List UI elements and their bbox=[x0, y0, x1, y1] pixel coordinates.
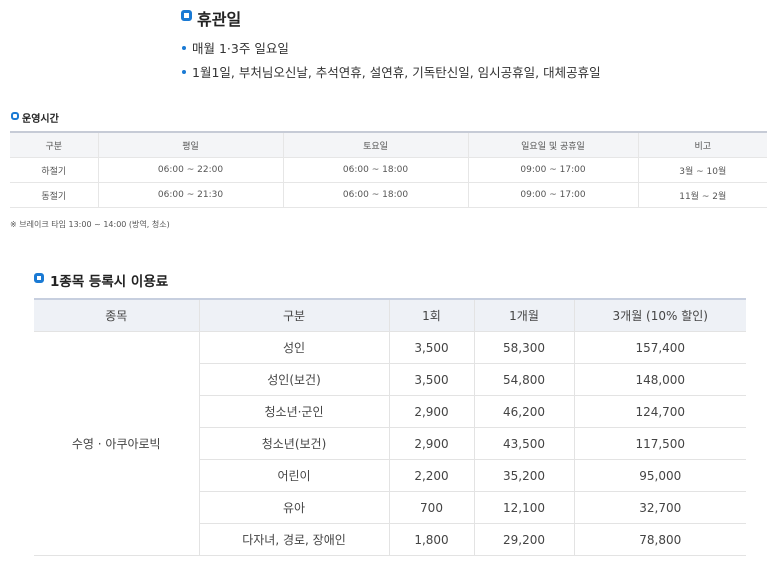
table-cell: 유아 bbox=[199, 491, 390, 524]
table-cell: 124,700 bbox=[574, 395, 746, 428]
table-cell: 3월 ~ 10월 bbox=[638, 157, 767, 183]
square-bullet-icon bbox=[181, 10, 192, 21]
column-header: 3개월 (10% 할인) bbox=[574, 299, 746, 332]
sport-cell: 수영 · 아쿠아로빅 bbox=[34, 331, 200, 556]
table-cell: 3,500 bbox=[389, 363, 475, 396]
closed-days-list: 매월 1·3주 일요일 1월1일, 부처님오신날, 추석연휴, 설연휴, 기독탄… bbox=[182, 37, 601, 85]
table-cell: 하절기 bbox=[10, 157, 99, 183]
column-header: 평일 bbox=[98, 132, 284, 158]
list-item: 1월1일, 부처님오신날, 추석연휴, 설연휴, 기독탄신일, 임시공휴일, 대… bbox=[182, 61, 601, 85]
column-header: 종목 bbox=[34, 299, 200, 332]
table-cell: 06:00 ~ 18:00 bbox=[283, 157, 469, 183]
dot-bullet-icon bbox=[182, 69, 186, 74]
column-header: 1개월 bbox=[474, 299, 575, 332]
closed-days-title-text: 휴관일 bbox=[197, 10, 242, 29]
hours-table: 구분 평일 토요일 일요일 및 공휴일 비고 하절기 06:00 ~ 22:00… bbox=[10, 131, 767, 208]
list-item: 매월 1·3주 일요일 bbox=[182, 37, 601, 61]
table-cell: 06:00 ~ 21:30 bbox=[98, 182, 284, 208]
table-cell: 148,000 bbox=[574, 363, 746, 396]
column-header: 구분 bbox=[10, 132, 99, 158]
table-cell: 동절기 bbox=[10, 182, 99, 208]
table-row: 수영 · 아쿠아로빅 성인 3,500 58,300 157,400 bbox=[34, 331, 746, 556]
table-cell: 35,200 bbox=[474, 459, 575, 492]
table-cell: 다자녀, 경로, 장애인 bbox=[199, 523, 390, 556]
table-cell: 어린이 bbox=[199, 459, 390, 492]
table-cell: 2,900 bbox=[389, 427, 475, 460]
table-cell: 78,800 bbox=[574, 523, 746, 556]
table-header-row: 구분 평일 토요일 일요일 및 공휴일 비고 bbox=[10, 132, 767, 158]
fee-title-text: 1종목 등록시 이용료 bbox=[50, 274, 169, 290]
table-cell: 09:00 ~ 17:00 bbox=[468, 182, 639, 208]
closed-days-title: 휴관일 bbox=[181, 6, 242, 30]
column-header: 1회 bbox=[389, 299, 475, 332]
table-cell: 32,700 bbox=[574, 491, 746, 524]
table-row: 동절기 06:00 ~ 21:30 06:00 ~ 18:00 09:00 ~ … bbox=[10, 182, 767, 208]
table-cell: 29,200 bbox=[474, 523, 575, 556]
table-cell: 성인 bbox=[199, 331, 390, 364]
break-time-note: ※ 브레이크 타임 13:00 ~ 14:00 (방역, 청소) bbox=[10, 220, 170, 229]
table-cell: 46,200 bbox=[474, 395, 575, 428]
dot-bullet-icon bbox=[182, 45, 186, 50]
fee-title: 1종목 등록시 이용료 bbox=[34, 270, 169, 290]
table-cell: 95,000 bbox=[574, 459, 746, 492]
column-header: 구분 bbox=[199, 299, 390, 332]
column-header: 일요일 및 공휴일 bbox=[468, 132, 639, 158]
table-cell: 117,500 bbox=[574, 427, 746, 460]
square-bullet-icon bbox=[11, 112, 19, 120]
table-cell: 11월 ~ 2월 bbox=[638, 182, 767, 208]
table-cell: 09:00 ~ 17:00 bbox=[468, 157, 639, 183]
table-cell: 58,300 bbox=[474, 331, 575, 364]
fee-table: 종목 구분 1회 1개월 3개월 (10% 할인) 수영 · 아쿠아로빅 성인 … bbox=[34, 298, 746, 556]
table-cell: 06:00 ~ 18:00 bbox=[283, 182, 469, 208]
table-header-row: 종목 구분 1회 1개월 3개월 (10% 할인) bbox=[34, 299, 746, 332]
table-cell: 1,800 bbox=[389, 523, 475, 556]
table-cell: 700 bbox=[389, 491, 475, 524]
table-cell: 청소년(보건) bbox=[199, 427, 390, 460]
column-header: 비고 bbox=[638, 132, 767, 158]
table-cell: 12,100 bbox=[474, 491, 575, 524]
table-cell: 06:00 ~ 22:00 bbox=[98, 157, 284, 183]
table-cell: 157,400 bbox=[574, 331, 746, 364]
table-cell: 54,800 bbox=[474, 363, 575, 396]
table-row: 하절기 06:00 ~ 22:00 06:00 ~ 18:00 09:00 ~ … bbox=[10, 157, 767, 183]
column-header: 토요일 bbox=[283, 132, 469, 158]
table-cell: 청소년·군인 bbox=[199, 395, 390, 428]
table-cell: 3,500 bbox=[389, 331, 475, 364]
table-cell: 43,500 bbox=[474, 427, 575, 460]
table-cell: 2,900 bbox=[389, 395, 475, 428]
hours-title-text: 운영시간 bbox=[22, 114, 59, 125]
hours-title: 운영시간 bbox=[11, 110, 59, 125]
square-bullet-icon bbox=[34, 273, 44, 283]
table-cell: 성인(보건) bbox=[199, 363, 390, 396]
table-cell: 2,200 bbox=[389, 459, 475, 492]
